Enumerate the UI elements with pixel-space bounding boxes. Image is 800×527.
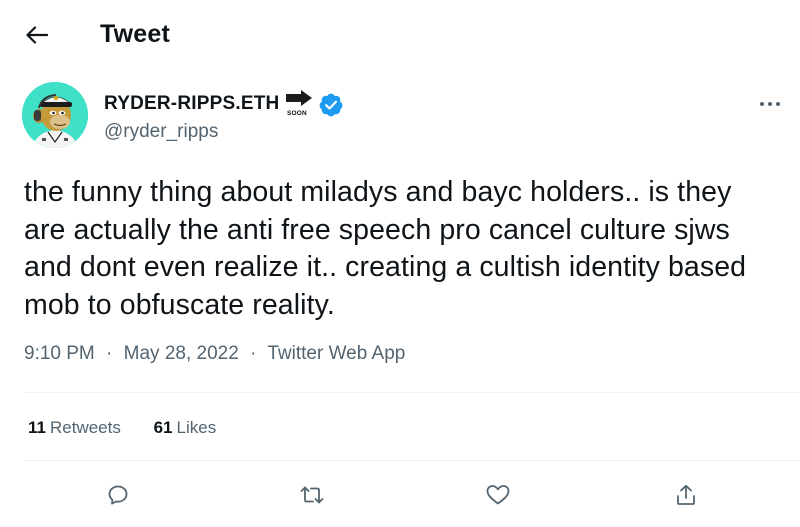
meta-separator: · [250, 343, 257, 364]
tweet-time[interactable]: 9:10 PM [24, 343, 95, 364]
divider [24, 460, 800, 461]
meta-separator: · [106, 343, 113, 364]
tweet-source[interactable]: Twitter Web App [267, 343, 405, 364]
likes-count: 61 [153, 418, 173, 437]
divider [24, 392, 800, 393]
retweet-button[interactable] [294, 478, 330, 512]
share-icon [677, 484, 695, 505]
like-icon [486, 485, 510, 505]
page-title: Tweet [100, 20, 170, 48]
back-button[interactable] [18, 18, 56, 52]
likes-label: Likes [176, 418, 217, 437]
bored-ape-avatar-icon [22, 82, 88, 148]
like-button[interactable] [480, 478, 516, 512]
arrow-left-icon [26, 26, 48, 44]
retweets-count: 11 [28, 418, 46, 437]
tweet-text: the funny thing about miladys and bayc h… [24, 176, 747, 321]
likes-stat[interactable]: 61 Likes [154, 418, 217, 438]
author-handle[interactable]: @ryder_ripps [104, 121, 218, 143]
more-options-button[interactable] [752, 92, 788, 116]
soon-badge-text: SOON [287, 110, 307, 117]
verified-badge-icon [319, 93, 343, 117]
tweet-metadata: 9:10 PM · May 28, 2022 · Twitter Web App [24, 343, 405, 365]
header: Tweet [0, 0, 800, 70]
tweet-page: Tweet RYDER-RIPPS.ETH SOON @ryder_ripps … [0, 0, 800, 527]
tweet-stats: 11 Retweets 61 Likes [28, 418, 244, 438]
reply-icon [108, 485, 128, 505]
avatar[interactable] [22, 82, 88, 148]
share-button[interactable] [668, 478, 704, 512]
retweets-stat[interactable]: 11 Retweets [28, 418, 121, 438]
tweet-date[interactable]: May 28, 2022 [124, 343, 239, 364]
author-name[interactable]: RYDER-RIPPS.ETH [104, 93, 279, 115]
retweets-label: Retweets [49, 418, 121, 437]
more-horizontal-icon [760, 102, 780, 106]
reply-button[interactable] [100, 478, 136, 512]
retweet-icon [300, 486, 324, 504]
action-bar [0, 478, 800, 512]
